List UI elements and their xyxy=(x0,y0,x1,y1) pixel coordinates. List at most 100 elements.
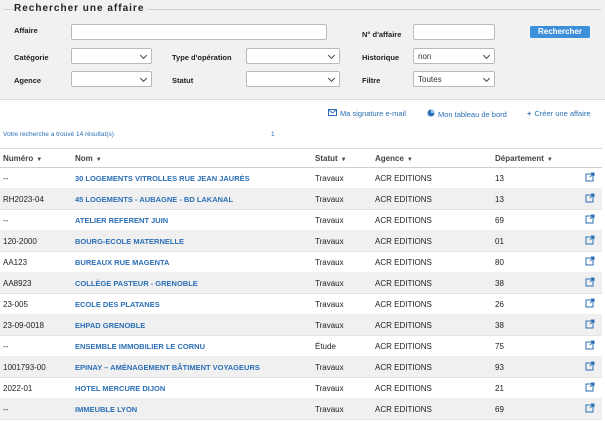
statut-select[interactable] xyxy=(246,71,340,87)
table-row[interactable]: 120-2000 BOURG-ECOLE MATERNELLE Travaux … xyxy=(0,230,602,252)
table-row[interactable]: -- 30 LOGEMENTS VITROLLES RUE JEAN JAURÈ… xyxy=(0,167,602,189)
cell-nom-link[interactable]: ENSEMBLE IMMOBILIER LE CORNU xyxy=(75,342,205,351)
table-row[interactable]: 2022-01 HOTEL MERCURE DIJON Travaux ACR … xyxy=(0,377,602,399)
agence-select[interactable] xyxy=(71,71,152,87)
external-link-icon[interactable] xyxy=(585,382,595,392)
sort-down-icon: ▼ xyxy=(340,157,347,163)
cell-agence: ACR EDITIONS xyxy=(375,384,432,393)
cell-nom-link[interactable]: BUREAUX RUE MAGENTA xyxy=(75,258,169,267)
external-link-icon[interactable] xyxy=(585,235,595,245)
col-nom-header[interactable]: Nom ▼ xyxy=(75,154,102,163)
external-link-icon[interactable] xyxy=(585,256,595,266)
external-link-icon[interactable] xyxy=(585,193,595,203)
external-link-icon[interactable] xyxy=(585,172,595,182)
chevron-down-icon xyxy=(139,51,148,60)
cell-statut: Travaux xyxy=(315,405,344,414)
cell-statut: Travaux xyxy=(315,321,344,330)
cell-agence: ACR EDITIONS xyxy=(375,237,432,246)
cell-numero: -- xyxy=(3,342,9,351)
col-agence-header[interactable]: Agence ▼ xyxy=(375,154,413,163)
external-link-icon[interactable] xyxy=(585,214,595,224)
cell-numero: 1001793-00 xyxy=(3,363,46,372)
cell-departement: 69 xyxy=(495,216,504,225)
sort-down-icon: ▼ xyxy=(546,157,553,163)
cell-statut: Travaux xyxy=(315,216,344,225)
cell-agence: ACR EDITIONS xyxy=(375,279,432,288)
search-button[interactable]: Rechercher xyxy=(530,26,590,38)
create-label: Créer une affaire xyxy=(534,109,591,118)
cell-numero: AA8923 xyxy=(3,279,32,288)
external-link-icon[interactable] xyxy=(585,277,595,287)
chevron-down-icon xyxy=(327,74,336,83)
type-operation-select[interactable] xyxy=(246,48,340,64)
table-row[interactable]: -- IMMEUBLE LYON Travaux ACR EDITIONS 69 xyxy=(0,398,602,420)
cell-agence: ACR EDITIONS xyxy=(375,258,432,267)
table-row[interactable]: -- ATELIER REFERENT JUIN Travaux ACR EDI… xyxy=(0,209,602,231)
col-statut-label: Statut xyxy=(315,154,338,163)
cell-numero: -- xyxy=(3,216,9,225)
filtre-label: Filtre xyxy=(362,76,381,85)
col-numero-label: Numéro xyxy=(3,154,34,163)
cell-nom-link[interactable]: ECOLE DES PLATANES xyxy=(75,300,160,309)
statut-label: Statut xyxy=(172,76,194,85)
cell-departement: 01 xyxy=(495,237,504,246)
cell-statut: Étude xyxy=(315,342,336,351)
dashboard-link[interactable]: Mon tableau de bord xyxy=(427,109,507,119)
cell-departement: 80 xyxy=(495,258,504,267)
pagination-page-1[interactable]: 1 xyxy=(271,131,275,138)
external-link-icon[interactable] xyxy=(585,361,595,371)
categorie-select[interactable] xyxy=(71,48,152,64)
col-numero-header[interactable]: Numéro ▼ xyxy=(3,154,42,163)
cell-nom-link[interactable]: 30 LOGEMENTS VITROLLES RUE JEAN JAURÈS xyxy=(75,174,250,183)
cell-nom-link[interactable]: HOTEL MERCURE DIJON xyxy=(75,384,165,393)
cell-nom-link[interactable]: COLLÈGE PASTEUR - GRENOBLE xyxy=(75,279,198,288)
cell-nom-link[interactable]: EHPAD GRENOBLE xyxy=(75,321,145,330)
cell-agence: ACR EDITIONS xyxy=(375,174,432,183)
external-link-icon[interactable] xyxy=(585,403,595,413)
cell-statut: Travaux xyxy=(315,174,344,183)
cell-nom-link[interactable]: 45 LOGEMENTS - AUBAGNE - BD LAKANAL xyxy=(75,195,233,204)
col-nom-label: Nom xyxy=(75,154,93,163)
cell-numero: AA123 xyxy=(3,258,28,267)
col-departement-label: Département xyxy=(495,154,544,163)
chevron-down-icon xyxy=(139,74,148,83)
external-link-icon[interactable] xyxy=(585,298,595,308)
pie-chart-icon xyxy=(427,109,435,119)
agence-label: Agence xyxy=(14,76,42,85)
table-row[interactable]: 23-005 ECOLE DES PLATANES Travaux ACR ED… xyxy=(0,293,602,315)
cell-agence: ACR EDITIONS xyxy=(375,321,432,330)
affaire-input[interactable] xyxy=(71,24,327,40)
table-row[interactable]: -- ENSEMBLE IMMOBILIER LE CORNU Étude AC… xyxy=(0,335,602,357)
cell-nom-link[interactable]: IMMEUBLE LYON xyxy=(75,405,137,414)
external-link-icon[interactable] xyxy=(585,340,595,350)
search-panel: Rechercher une affaire Affaire N° d'affa… xyxy=(0,0,605,100)
cell-nom-link[interactable]: BOURG-ECOLE MATERNELLE xyxy=(75,237,184,246)
historique-select[interactable]: non xyxy=(413,48,495,64)
cell-statut: Travaux xyxy=(315,300,344,309)
create-affaire-link[interactable]: + Créer une affaire xyxy=(527,109,591,118)
signature-link[interactable]: Ma signature e-mail xyxy=(328,109,406,118)
cell-nom-link[interactable]: ATELIER REFERENT JUIN xyxy=(75,216,168,225)
cell-nom-link[interactable]: EPINAY – AMÉNAGEMENT BÂTIMENT VOYAGEURS xyxy=(75,363,260,372)
cell-departement: 38 xyxy=(495,279,504,288)
cell-statut: Travaux xyxy=(315,384,344,393)
col-statut-header[interactable]: Statut ▼ xyxy=(315,154,347,163)
historique-label: Historique xyxy=(362,53,400,62)
cell-numero: 120-2000 xyxy=(3,237,37,246)
cell-numero: 2022-01 xyxy=(3,384,33,393)
cell-statut: Travaux xyxy=(315,237,344,246)
num-affaire-input[interactable] xyxy=(413,24,495,40)
table-row[interactable]: AA123 BUREAUX RUE MAGENTA Travaux ACR ED… xyxy=(0,251,602,273)
cell-departement: 75 xyxy=(495,342,504,351)
col-departement-header[interactable]: Département ▼ xyxy=(495,154,553,163)
filtre-select[interactable]: Toutes xyxy=(413,71,495,87)
table-row[interactable]: AA8923 COLLÈGE PASTEUR - GRENOBLE Travau… xyxy=(0,272,602,294)
cell-departement: 13 xyxy=(495,195,504,204)
table-row[interactable]: 23-09-0018 EHPAD GRENOBLE Travaux ACR ED… xyxy=(0,314,602,336)
cell-agence: ACR EDITIONS xyxy=(375,216,432,225)
table-row[interactable]: RH2023-04 45 LOGEMENTS - AUBAGNE - BD LA… xyxy=(0,188,602,210)
table-row[interactable]: 1001793-00 EPINAY – AMÉNAGEMENT BÂTIMENT… xyxy=(0,356,602,378)
cell-statut: Travaux xyxy=(315,258,344,267)
external-link-icon[interactable] xyxy=(585,319,595,329)
type-operation-label: Type d'opération xyxy=(172,53,232,62)
